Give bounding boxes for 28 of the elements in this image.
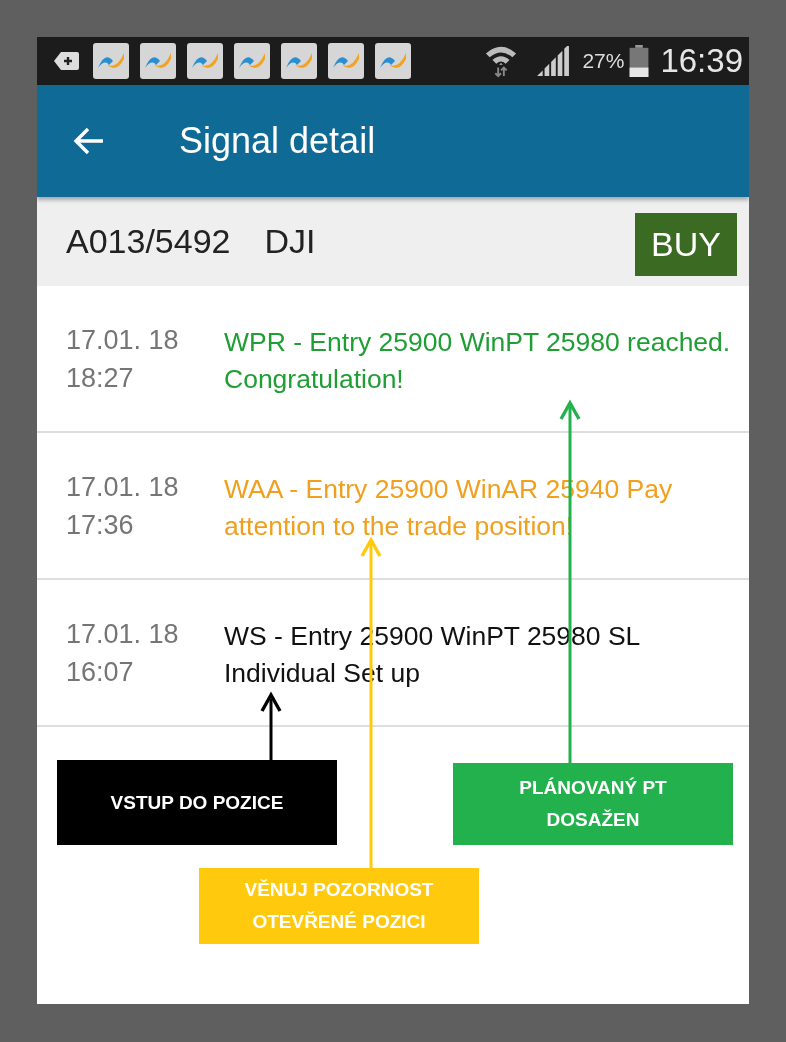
buy-label: BUY (635, 213, 737, 276)
app-icon (375, 43, 411, 79)
app-icon (234, 43, 270, 79)
message-time: 17:36 (66, 509, 135, 541)
app-icon (140, 43, 176, 79)
pointer-arrow (260, 691, 282, 760)
message-date: 17.01. 18 (66, 618, 180, 650)
message-date: 17.01. 18 (66, 471, 180, 503)
message-text: WPR - Entry 25900 WinPT 25980 reached. Congratulation! (224, 326, 732, 396)
signal-code: A013/5492 (66, 222, 231, 261)
back-arrow-icon[interactable] (73, 127, 105, 155)
app-icon (328, 43, 364, 79)
clock: 16:39 (660, 42, 743, 80)
screen-title: Signal detail (179, 120, 376, 162)
message-date: 17.01. 18 (66, 324, 180, 356)
annotation-label: VĚNUJ POZORNOST OTEVŘENÉ POZICI (199, 868, 479, 944)
app-icon (187, 43, 223, 79)
notification-icon (53, 51, 79, 71)
message-time: 18:27 (66, 362, 135, 394)
app-icon (93, 43, 129, 79)
battery-percentage: 27% (582, 49, 625, 73)
battery-icon (629, 45, 650, 77)
annotation-label: PLÁNOVANÝ PT DOSAŽEN (453, 763, 733, 845)
message-time: 16:07 (66, 656, 135, 688)
signal-icon (537, 46, 570, 76)
annotation-label: VSTUP DO POZICE (57, 760, 337, 845)
app-icon (281, 43, 317, 79)
signal-symbol: DJI (264, 222, 316, 261)
